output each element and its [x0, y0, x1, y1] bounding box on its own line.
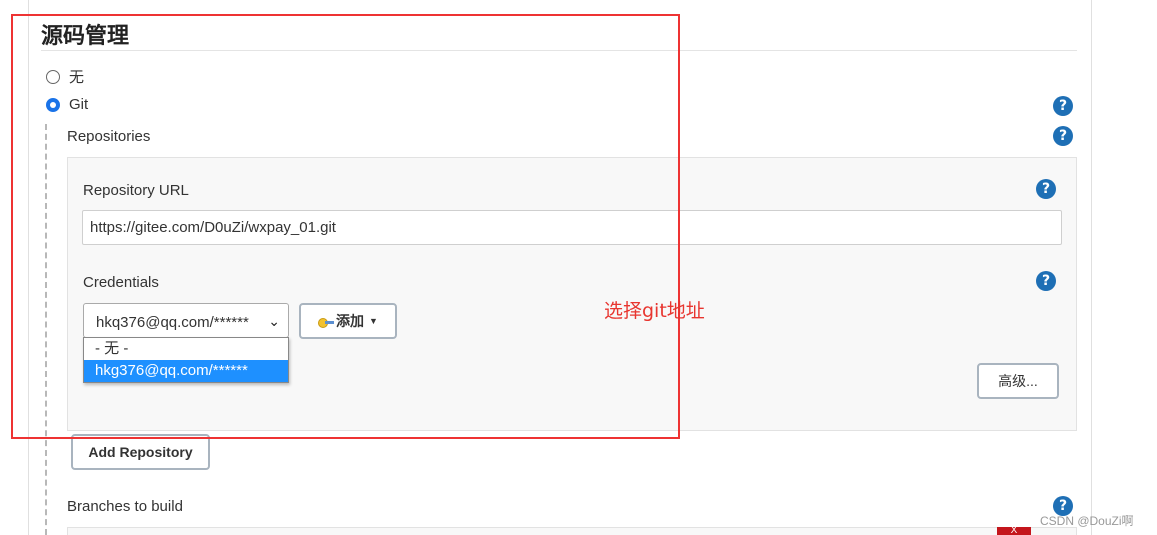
git-section-indent: [45, 124, 47, 535]
jenkins-scm-config: 源码管理 无 Git Repositories Repository URL C…: [0, 0, 1157, 535]
credentials-label: Credentials: [83, 274, 159, 291]
repositories-label: Repositories: [67, 128, 151, 145]
credentials-select[interactable]: hkq376@qq.com/****** ⌄: [83, 303, 289, 338]
scm-option-git-label: Git: [69, 96, 89, 113]
repository-url-input[interactable]: [82, 210, 1062, 245]
add-credentials-button[interactable]: 添加 ▼: [299, 303, 397, 339]
key-icon: [318, 317, 335, 328]
caret-down-icon: ▼: [369, 316, 378, 326]
help-icon-scm[interactable]: ?: [1053, 96, 1073, 116]
scm-option-none-label: 无: [69, 69, 85, 86]
annotation-text: 选择git地址: [604, 300, 705, 322]
help-icon-repositories[interactable]: ?: [1053, 126, 1073, 146]
scm-option-none[interactable]: 无: [46, 66, 84, 87]
repository-entry: [67, 157, 1077, 431]
credentials-option-none[interactable]: - 无 -: [84, 338, 288, 360]
help-icon-credentials[interactable]: ?: [1036, 271, 1056, 291]
credentials-dropdown: - 无 - hkg376@qq.com/******: [83, 337, 289, 383]
section-title: 源码管理: [41, 23, 130, 48]
title-divider: [41, 50, 1077, 51]
watermark: CSDN @DouZi啊: [1040, 514, 1134, 528]
radio-none[interactable]: [46, 69, 60, 84]
branches-label: Branches to build: [67, 498, 183, 515]
credentials-option-account[interactable]: hkg376@qq.com/******: [84, 360, 288, 382]
delete-branch-button[interactable]: X: [997, 527, 1031, 535]
add-repository-button[interactable]: Add Repository: [71, 434, 210, 470]
advanced-button[interactable]: 高级...: [977, 363, 1059, 399]
repository-url-label: Repository URL: [83, 182, 189, 199]
chevron-down-icon: ⌄: [268, 313, 280, 329]
credentials-selected-value: hkq376@qq.com/******: [96, 314, 249, 331]
radio-git[interactable]: [46, 97, 60, 112]
scm-panel: 源码管理 无 Git Repositories Repository URL C…: [28, 0, 1092, 535]
help-icon-repository-url[interactable]: ?: [1036, 179, 1056, 199]
branch-entry: [67, 527, 1077, 535]
scm-option-git[interactable]: Git: [46, 96, 88, 113]
add-credentials-label: 添加: [336, 313, 365, 329]
